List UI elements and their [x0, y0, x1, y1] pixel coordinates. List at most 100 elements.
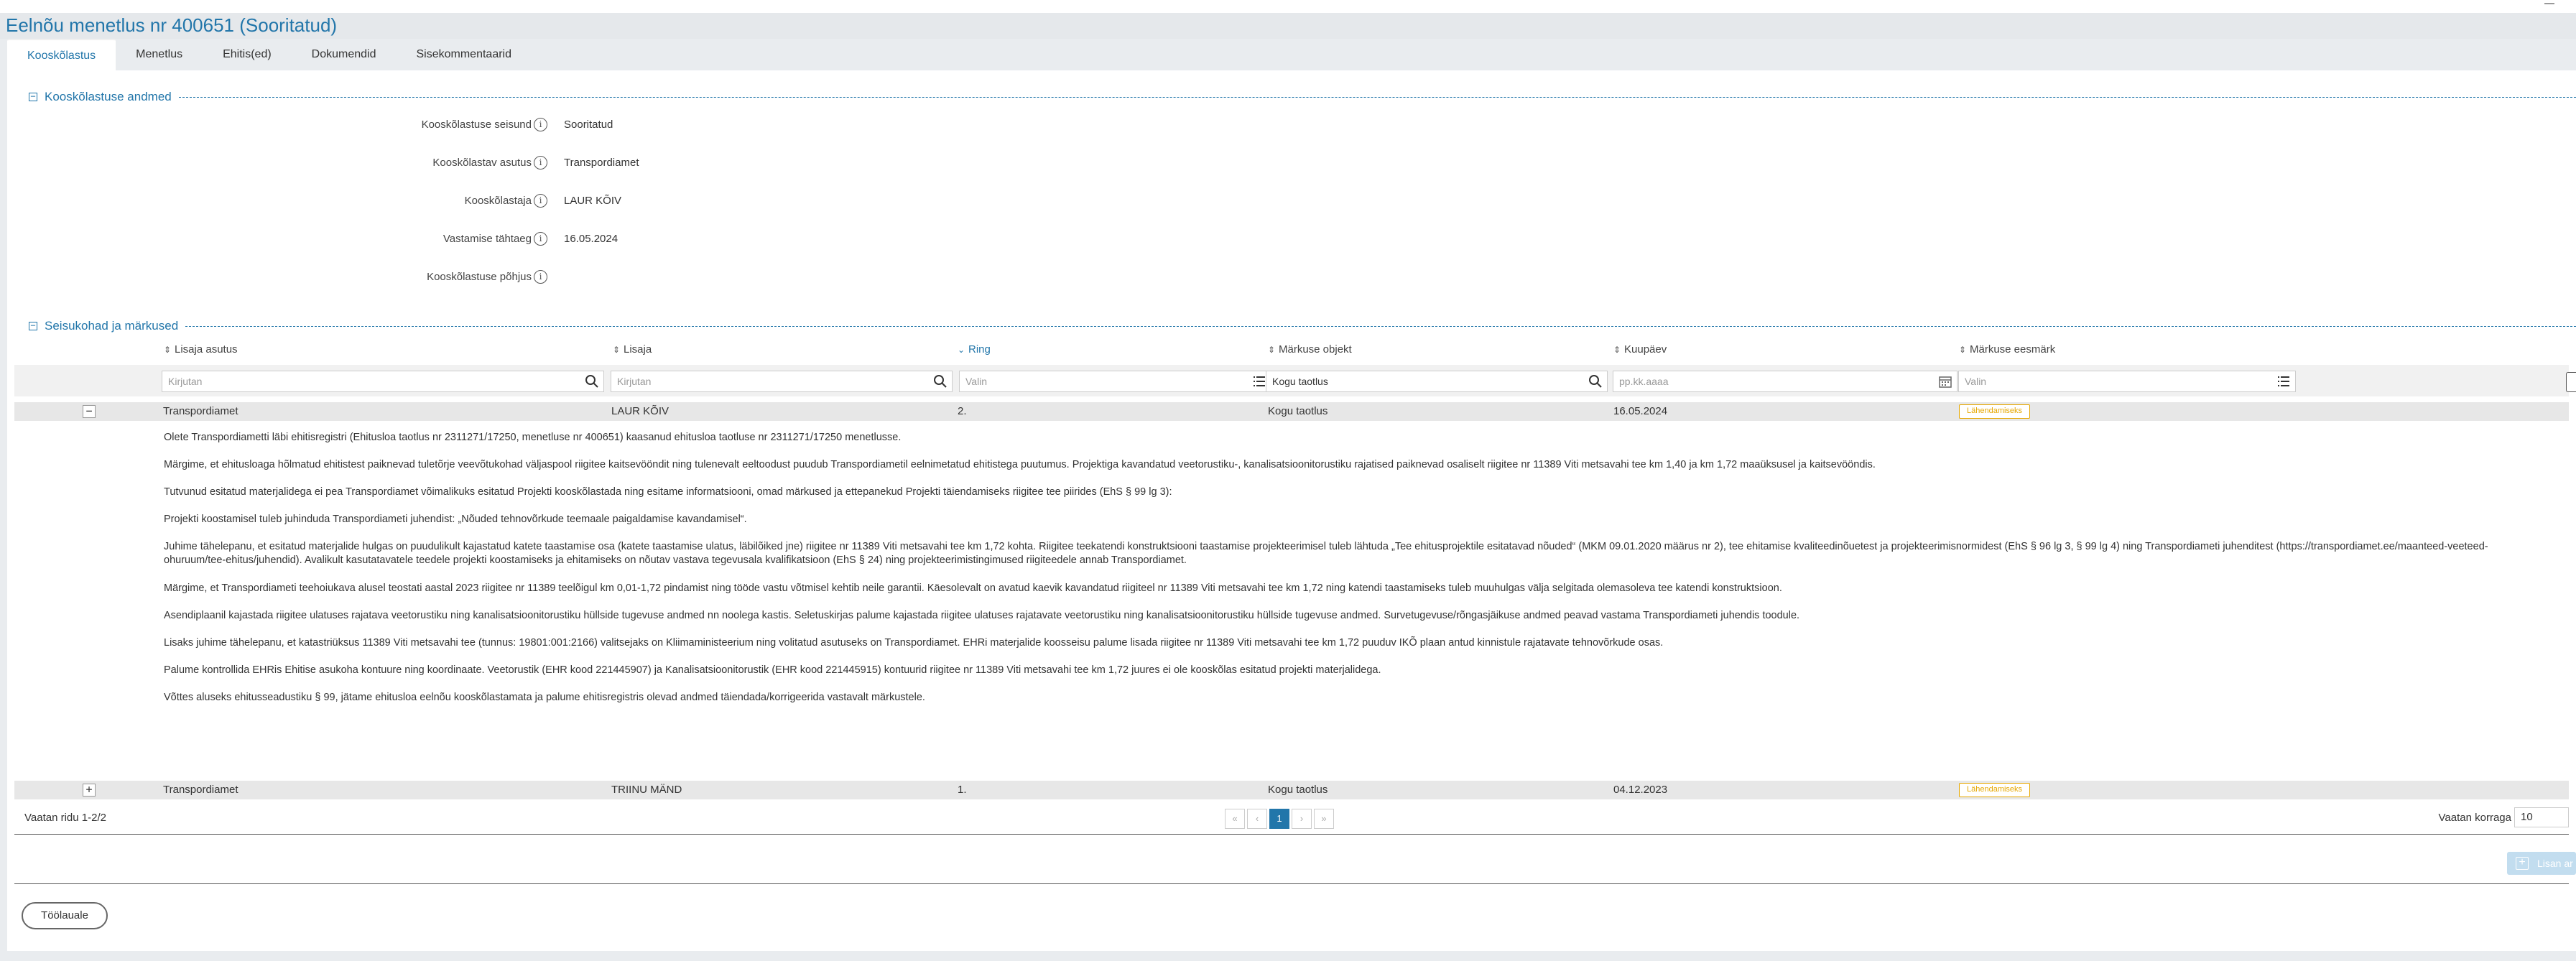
- status-badge: Lähendamiseks: [1959, 404, 2031, 419]
- search-icon[interactable]: [1588, 374, 1603, 389]
- add-opinion-button[interactable]: + Lisan ar: [2507, 852, 2576, 875]
- filter-value: Kogu taotlus: [1272, 376, 1328, 387]
- column-label: Lisaja asutus: [175, 343, 238, 356]
- page-title: Eelnõu menetlus nr 400651 (Sooritatud): [6, 14, 338, 36]
- table-row[interactable]: − Transpordiamet LAUR KÕIV 2. Kogu taotl…: [14, 402, 2569, 421]
- section-divider: [185, 325, 2576, 327]
- footer-divider: [14, 883, 2569, 884]
- column-label: Ring: [968, 343, 991, 356]
- field-label: Kooskõlastaja: [464, 195, 532, 207]
- tab-sisekommentaarid[interactable]: Sisekommentaarid: [397, 39, 532, 70]
- tab-bar: Kooskõlastus Menetlus Ehitis(ed) Dokumen…: [7, 39, 532, 70]
- column-header-date[interactable]: ⇕ Kuupäev: [1613, 343, 1667, 356]
- add-button-label: Lisan ar: [2537, 858, 2573, 869]
- field-value: Transpordiamet: [564, 157, 639, 169]
- cell-round: 1.: [958, 784, 967, 796]
- column-label: Märkuse objekt: [1279, 343, 1352, 356]
- plus-icon: +: [2516, 857, 2529, 870]
- last-page-button[interactable]: »: [1314, 809, 1334, 829]
- comment-paragraph: Palume kontrollida EHRis Ehitise asukoha…: [164, 664, 1381, 676]
- field-label: Kooskõlastav asutus: [432, 157, 532, 169]
- column-header-object[interactable]: ⇕ Märkuse objekt: [1268, 343, 1352, 356]
- sort-icon: ⇕: [1613, 345, 1621, 355]
- info-icon[interactable]: i: [534, 270, 547, 284]
- search-icon[interactable]: [585, 374, 599, 389]
- column-header-purpose[interactable]: ⇕ Märkuse eesmärk: [1959, 343, 2055, 356]
- opinions-section-title: Seisukohad ja märkused: [45, 319, 179, 333]
- column-label: Lisaja: [624, 343, 652, 356]
- sort-icon: ⇕: [1268, 345, 1276, 355]
- tab-menetlus[interactable]: Menetlus: [116, 39, 203, 70]
- info-icon[interactable]: i: [534, 194, 547, 208]
- field-tahtaeg: Vastamise tähtaeg i 16.05.2024: [7, 231, 726, 248]
- filter-purpose-select[interactable]: Valin: [1958, 371, 2296, 392]
- cell-object: Kogu taotlus: [1268, 405, 1328, 417]
- collapse-icon[interactable]: −: [29, 92, 37, 101]
- cell-date: 04.12.2023: [1613, 784, 1668, 796]
- page-size-label: Vaatan korraga: [2438, 812, 2511, 824]
- prev-page-button[interactable]: ‹: [1247, 809, 1267, 829]
- collapse-icon[interactable]: −: [29, 321, 37, 330]
- details-section-header[interactable]: − Kooskõlastuse andmed: [29, 90, 2576, 104]
- expand-row-icon[interactable]: +: [83, 784, 96, 797]
- field-kooskolastaja: Kooskõlastaja i LAUR KÕIV: [7, 192, 726, 210]
- search-icon[interactable]: [933, 374, 948, 389]
- field-label: Vastamise tähtaeg: [443, 233, 532, 245]
- calendar-icon[interactable]: [1938, 374, 1952, 389]
- table-row[interactable]: + Transpordiamet TRIINU MÄND 1. Kogu tao…: [14, 781, 2569, 799]
- column-header-agency[interactable]: ⇕ Lisaja asutus: [164, 343, 238, 356]
- comment-paragraph: Tutvunud esitatud materjalidega ei pea T…: [164, 486, 1172, 498]
- comment-paragraph: Asendiplaanil kajastada riigitee ulatuse…: [164, 610, 1800, 621]
- sort-icon: ⇕: [164, 345, 172, 355]
- page-button-current[interactable]: 1: [1269, 809, 1289, 829]
- tab-kooskolastus[interactable]: Kooskõlastus: [7, 39, 116, 70]
- filter-date-input[interactable]: pp.kk.aaaa: [1613, 371, 1958, 392]
- column-chooser-button[interactable]: [2566, 372, 2576, 392]
- filter-row: Kirjutan Kirjutan Valin Kogu taotlus pp.…: [14, 365, 2569, 396]
- filter-placeholder: Valin: [1965, 376, 1987, 387]
- pagination: « ‹ 1 › »: [1225, 809, 1334, 829]
- page-size-select[interactable]: 10: [2514, 807, 2569, 827]
- next-page-button[interactable]: ›: [1292, 809, 1312, 829]
- tab-dokumendid[interactable]: Dokumendid: [292, 39, 397, 70]
- info-icon[interactable]: i: [534, 232, 547, 246]
- cell-author: TRIINU MÄND: [611, 784, 682, 796]
- first-page-button[interactable]: «: [1225, 809, 1245, 829]
- field-pohjus: Kooskõlastuse põhjus i: [7, 269, 726, 286]
- tab-ehitised[interactable]: Ehitis(ed): [203, 39, 292, 70]
- info-icon[interactable]: i: [534, 118, 547, 131]
- field-asutus: Kooskõlastav asutus i Transpordiamet: [7, 154, 726, 172]
- column-header-round[interactable]: ⌄ Ring: [958, 343, 991, 356]
- filter-agency-input[interactable]: Kirjutan: [162, 371, 604, 392]
- filter-round-select[interactable]: Valin: [959, 371, 1271, 392]
- comment-paragraph: Projekti koostamisel tuleb juhinduda Tra…: [164, 514, 747, 525]
- status-badge: Lähendamiseks: [1959, 783, 2031, 797]
- comment-paragraph: Olete Transpordiametti läbi ehitisregist…: [164, 432, 902, 443]
- comment-paragraph: Lisaks juhime tähelepanu, et katastriüks…: [164, 637, 1664, 649]
- cell-agency: Transpordiamet: [163, 784, 238, 796]
- info-icon[interactable]: i: [534, 156, 547, 170]
- field-label: Kooskõlastuse seisund: [421, 119, 532, 131]
- column-label: Kuupäev: [1624, 343, 1667, 356]
- column-header-author[interactable]: ⇕ Lisaja: [613, 343, 652, 356]
- list-icon[interactable]: [1252, 374, 1266, 389]
- cell-agency: Transpordiamet: [163, 405, 238, 417]
- cell-round: 2.: [958, 405, 967, 417]
- comment-paragraph: Juhime tähelepanu, et esitatud materjali…: [164, 541, 2488, 566]
- pager-row: Vaatan ridu 1-2/2 « ‹ 1 › » Vaatan korra…: [14, 806, 2569, 835]
- field-seisund: Kooskõlastuse seisund i Sooritatud: [7, 116, 726, 134]
- sort-icon: ⇕: [1959, 345, 1967, 355]
- filter-author-input[interactable]: Kirjutan: [611, 371, 953, 392]
- cell-author: LAUR KÕIV: [611, 405, 670, 417]
- filter-object-input[interactable]: Kogu taotlus: [1266, 371, 1608, 392]
- menu-indicator[interactable]: [2544, 0, 2554, 4]
- opinions-section-header[interactable]: − Seisukohad ja märkused: [29, 319, 2576, 333]
- field-value: Sooritatud: [564, 119, 613, 131]
- collapse-row-icon[interactable]: −: [83, 405, 96, 418]
- field-value: 16.05.2024: [564, 233, 618, 245]
- back-to-dashboard-button[interactable]: Töölauale: [22, 902, 108, 929]
- section-divider: [178, 96, 2576, 98]
- list-icon[interactable]: [2276, 374, 2291, 389]
- field-label: Kooskõlastuse põhjus: [427, 271, 532, 283]
- comment-paragraph: Märgime, et Transpordiameti teehoiukava …: [164, 582, 1782, 594]
